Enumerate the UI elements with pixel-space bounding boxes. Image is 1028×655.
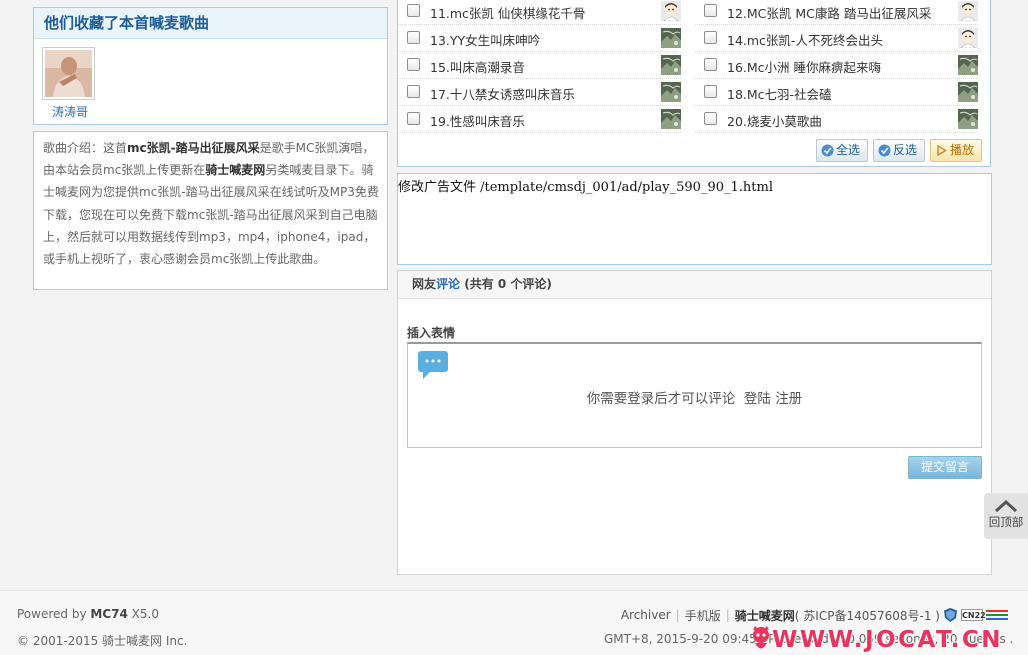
footer-site-name[interactable]: 骑士喊麦网 — [735, 607, 795, 624]
song-title[interactable]: 13.YY女生叫床呻吟 — [430, 30, 650, 49]
song-title[interactable]: 17.十八禁女诱惑叫床音乐 — [430, 84, 650, 103]
play-label: 播放 — [950, 143, 975, 157]
footer-separator: | — [675, 608, 680, 622]
song-title[interactable]: 14.mc张凯-人不死终会出头 — [727, 30, 947, 49]
back-to-top-label: 回顶部 — [988, 515, 1024, 529]
comments-head-link[interactable]: 评论 — [436, 277, 460, 291]
register-link[interactable]: 注册 — [775, 391, 802, 407]
song-thumbnail[interactable] — [958, 1, 978, 22]
song-checkbox[interactable] — [704, 58, 717, 71]
comments-panel: 网友评论 (共有 0 个评论) 插入表情 你需要登录后才可以评论 登陆 注册 提… — [397, 270, 992, 575]
cat-logo-icon — [753, 626, 769, 649]
song-title[interactable]: 15.叫床高潮录音 — [430, 57, 650, 76]
song-thumbnail[interactable] — [661, 55, 681, 75]
song-item[interactable]: 14.mc张凯-人不死终会出头 — [695, 27, 978, 52]
song-checkbox[interactable] — [407, 31, 420, 44]
icp-number[interactable]: ( 苏ICP备14057608号-1 ) — [795, 607, 940, 624]
login-link[interactable]: 登陆 — [744, 391, 771, 407]
song-checkbox[interactable] — [407, 58, 420, 71]
favorites-panel: 他们收藏了本首喊麦歌曲 涛涛哥 — [33, 7, 388, 125]
archiver-link[interactable]: Archiver — [621, 608, 671, 622]
watermark-text: WWW.JOCAT.CN — [772, 627, 1004, 653]
song-item[interactable]: 12.MC张凯 MC康路 踏马出征展风采 — [695, 0, 978, 25]
song-item[interactable]: 20.烧麦小莫歌曲 — [695, 108, 978, 133]
login-tip: 你需要登录后才可以评论 登陆 注册 — [408, 387, 981, 407]
cnzz-badge[interactable]: CN22 — [961, 609, 986, 621]
back-to-top-button[interactable]: 回顶部 — [984, 493, 1028, 539]
speech-bubble-icon — [418, 351, 448, 379]
intro-rest: 另类喊麦目录下。骑士喊麦网为您提供mc张凯-踏马出征展风采在线试听及MP3免费下… — [43, 163, 379, 267]
comments-head-prefix: 网友 — [412, 277, 437, 291]
song-item[interactable]: 17.十八禁女诱惑叫床音乐 — [398, 81, 681, 106]
song-checkbox[interactable] — [407, 112, 420, 125]
intro-site-name: 骑士喊麦网 — [205, 163, 266, 178]
select-all-icon — [821, 144, 834, 157]
play-icon — [937, 144, 947, 157]
comments-count: (共有 0 个评论) — [464, 277, 552, 291]
favorite-user-name[interactable]: 涛涛哥 — [42, 103, 98, 120]
song-item[interactable]: 11.mc张凯 仙侠棋缘花千骨 — [398, 0, 681, 25]
song-thumbnail[interactable] — [958, 109, 978, 129]
song-checkbox[interactable] — [704, 112, 717, 125]
song-thumbnail[interactable] — [661, 82, 681, 102]
powered-version: X5.0 — [127, 607, 159, 621]
intro-song-name: mc张凯-踏马出征展风采 — [127, 141, 260, 155]
powered-prefix: Powered by — [17, 607, 91, 621]
favorite-user[interactable]: 涛涛哥 — [42, 47, 98, 120]
intro-prefix: 歌曲介绍：这首 — [43, 141, 128, 155]
footer-links: Archiver | 手机版 | 骑士喊麦网 ( 苏ICP备14057608号-… — [621, 606, 1008, 624]
song-item[interactable]: 16.Mc小洲 睡你麻痹起来嗨 — [695, 54, 978, 79]
song-thumbnail[interactable] — [958, 28, 978, 49]
song-title[interactable]: 20.烧麦小莫歌曲 — [727, 111, 947, 130]
comment-area: 你需要登录后才可以评论 登陆 注册 — [407, 342, 982, 448]
song-thumbnail[interactable] — [661, 28, 681, 48]
song-checkbox[interactable] — [704, 85, 717, 98]
stats-stripes-icon[interactable] — [986, 609, 1008, 621]
song-title[interactable]: 16.Mc小洲 睡你麻痹起来嗨 — [727, 57, 947, 76]
song-checkbox[interactable] — [407, 4, 420, 17]
song-item[interactable]: 15.叫床高潮录音 — [398, 54, 681, 79]
song-checkbox[interactable] — [407, 85, 420, 98]
song-title[interactable]: 11.mc张凯 仙侠棋缘花千骨 — [430, 3, 650, 22]
powered-brand[interactable]: MC74 — [90, 607, 127, 621]
song-thumbnail[interactable] — [661, 1, 681, 22]
song-thumbnail[interactable] — [958, 82, 978, 102]
select-all-button[interactable]: 全选 — [816, 139, 868, 162]
song-title[interactable]: 12.MC张凯 MC康路 踏马出征展风采 — [727, 3, 947, 22]
powered-by: Powered by MC74 X5.0 — [17, 607, 159, 621]
invert-select-icon — [878, 144, 891, 157]
song-item[interactable]: 13.YY女生叫床呻吟 — [398, 27, 681, 52]
song-title[interactable]: 19.性感叫床音乐 — [430, 111, 650, 130]
login-tip-text: 你需要登录后才可以评论 — [586, 391, 736, 407]
song-item[interactable]: 18.Mc七羽-社会磕 — [695, 81, 978, 106]
site-watermark: WWW.JOCAT.CN — [750, 625, 1003, 655]
select-all-label: 全选 — [836, 143, 861, 157]
play-button[interactable]: 播放 — [930, 139, 982, 162]
favorites-title: 他们收藏了本首喊麦歌曲 — [34, 8, 387, 39]
ad-placeholder: 修改广告文件 /template/cmsdj_001/ad/play_590_9… — [397, 173, 992, 265]
comments-header: 网友评论 (共有 0 个评论) — [398, 271, 991, 299]
song-checkbox[interactable] — [704, 31, 717, 44]
avatar[interactable] — [42, 47, 95, 100]
invert-select-button[interactable]: 反选 — [873, 139, 925, 162]
song-title[interactable]: 18.Mc七羽-社会磕 — [727, 84, 947, 103]
chevron-up-icon — [994, 499, 1018, 513]
song-item[interactable]: 19.性感叫床音乐 — [398, 108, 681, 133]
ad-text: 修改广告文件 /template/cmsdj_001/ad/play_590_9… — [398, 180, 773, 195]
song-thumbnail[interactable] — [661, 109, 681, 129]
insert-emoticon-label[interactable]: 插入表情 — [407, 324, 455, 341]
song-checkbox[interactable] — [704, 4, 717, 17]
shield-icon[interactable] — [943, 607, 958, 623]
mobile-link[interactable]: 手机版 — [685, 607, 721, 624]
copyright: © 2001-2015 骑士喊麦网 Inc. — [17, 634, 188, 648]
song-list: 11.mc张凯 仙侠棋缘花千骨 12.MC张凯 MC康路 踏马出征展风采 13.YY… — [397, 0, 991, 167]
song-intro: 歌曲介绍：这首mc张凯-踏马出征展风采是歌手MC张凯演唱，由本站会员mc张凯上传… — [33, 131, 388, 290]
submit-comment-button[interactable]: 提交留言 — [908, 456, 982, 479]
invert-select-label: 反选 — [893, 143, 918, 157]
footer: Powered by MC74 X5.0 © 2001-2015 骑士喊麦网 I… — [0, 590, 1028, 655]
song-thumbnail[interactable] — [958, 55, 978, 75]
footer-separator: | — [725, 608, 730, 622]
